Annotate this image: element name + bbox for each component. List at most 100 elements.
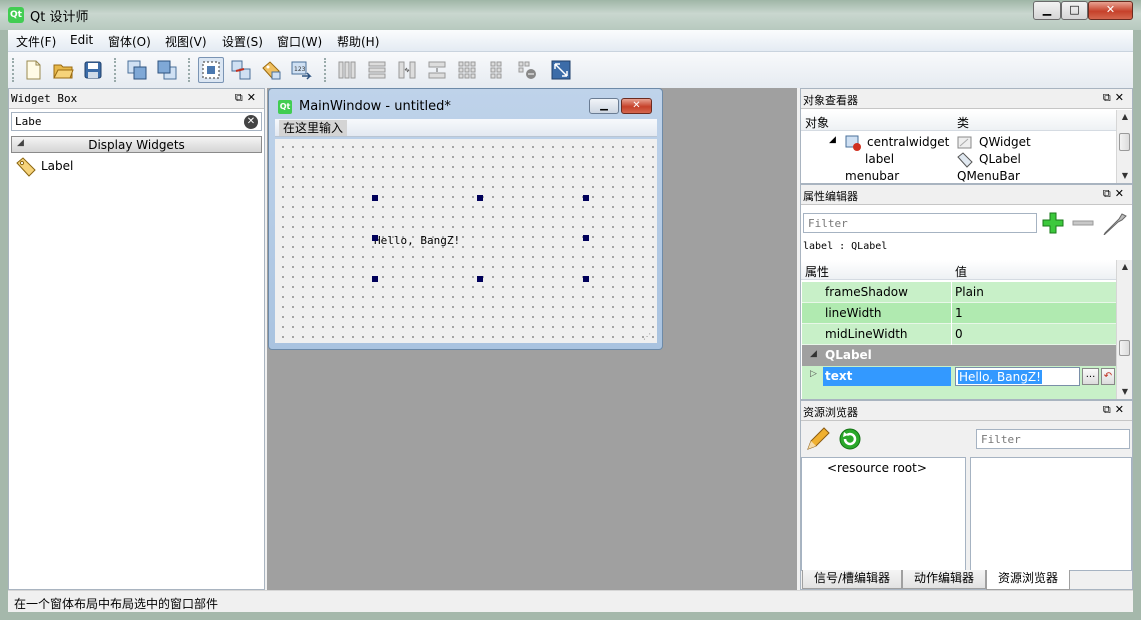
property-row[interactable]: midLineWidth 0 — [802, 324, 1116, 345]
resize-handle[interactable] — [477, 276, 483, 282]
layout-horizontal-icon[interactable] — [334, 57, 360, 83]
menu-file[interactable]: 文件(F) — [16, 33, 56, 50]
expand-arrow-icon[interactable]: ▷ — [810, 369, 817, 379]
scroll-down-icon[interactable]: ▼ — [1117, 169, 1133, 183]
layout-grid-icon[interactable] — [454, 57, 480, 83]
remove-property-icon[interactable] — [1071, 211, 1097, 235]
close-button[interactable]: ✕ — [1088, 1, 1133, 20]
float-icon[interactable]: ⧉ — [1103, 187, 1115, 200]
scroll-down-icon[interactable]: ▼ — [1117, 385, 1133, 399]
edit-tab-order-icon[interactable]: 123 — [288, 57, 314, 83]
resize-handle[interactable] — [583, 235, 589, 241]
layout-form-icon[interactable] — [484, 57, 510, 83]
send-to-back-icon[interactable] — [124, 57, 150, 83]
resource-file-list[interactable] — [970, 457, 1132, 571]
tree-row[interactable]: ◢ centralwidget QWidget — [801, 135, 1116, 152]
resource-filter-input[interactable]: Filter — [976, 429, 1130, 449]
form-menu-placeholder[interactable]: 在这里输入 — [279, 120, 348, 136]
float-icon[interactable]: ⧉ — [1103, 91, 1115, 104]
expand-arrow-icon[interactable]: ◢ — [829, 135, 836, 145]
resize-handle[interactable] — [583, 276, 589, 282]
scroll-thumb[interactable] — [1119, 133, 1130, 151]
category-display-widgets[interactable]: ◢ Display Widgets — [11, 136, 262, 153]
close-icon[interactable]: ✕ — [1115, 91, 1128, 104]
clear-search-icon[interactable]: ✕ — [244, 115, 258, 129]
widget-search-input[interactable]: Labe ✕ — [11, 112, 262, 131]
configure-wrench-icon[interactable] — [1101, 211, 1129, 235]
form-close-button[interactable]: ✕ — [621, 98, 652, 114]
resize-handle[interactable] — [583, 195, 589, 201]
menu-form[interactable]: 窗体(O) — [108, 33, 151, 50]
layout-vertical-icon[interactable] — [364, 57, 390, 83]
menu-edit[interactable]: Edit — [70, 33, 93, 47]
add-property-icon[interactable] — [1041, 211, 1067, 235]
property-value-editor[interactable]: Hello, BangZ! — [955, 367, 1080, 386]
close-icon[interactable]: ✕ — [1115, 187, 1128, 200]
object-inspector-scrollbar[interactable]: ▲ ▼ — [1116, 110, 1132, 183]
maximize-button[interactable]: □ — [1061, 1, 1088, 20]
toolbar-separator — [324, 58, 327, 82]
form-minimize-button[interactable]: ▁ — [589, 98, 619, 114]
tree-object-name: label — [865, 152, 895, 166]
form-window[interactable]: Qt MainWindow - untitled* ▁ ✕ 在这里输入 Hell… — [268, 88, 663, 350]
scroll-thumb[interactable] — [1119, 340, 1130, 356]
object-table-header: 对象 类 — [801, 111, 1116, 131]
toolbar-grip[interactable] — [12, 58, 15, 82]
menu-help[interactable]: 帮助(H) — [337, 33, 379, 50]
float-icon[interactable]: ⧉ — [1103, 403, 1115, 416]
central-widget-icon — [845, 135, 861, 151]
close-icon[interactable]: ✕ — [1115, 403, 1128, 416]
dock-controls: ⧉✕ — [1103, 403, 1128, 417]
resize-handle[interactable] — [372, 235, 378, 241]
scroll-up-icon[interactable]: ▲ — [1117, 110, 1133, 124]
menu-view[interactable]: 视图(V) — [165, 33, 207, 50]
resource-tree[interactable]: <resource root> — [801, 457, 966, 571]
resource-root-item[interactable]: <resource root> — [827, 461, 927, 475]
edit-text-button[interactable]: ... — [1082, 368, 1099, 385]
tab-resource-browser[interactable]: 资源浏览器 — [986, 570, 1070, 590]
save-icon[interactable] — [80, 57, 106, 83]
column-property[interactable]: 属性 — [805, 263, 829, 280]
layout-vertical-splitter-icon[interactable] — [424, 57, 450, 83]
resize-handle[interactable] — [372, 276, 378, 282]
tree-row[interactable]: menubar QMenuBar — [801, 169, 1116, 183]
edit-resources-pencil-icon[interactable] — [805, 426, 831, 452]
edit-widgets-icon[interactable] — [198, 57, 224, 83]
size-grip-icon[interactable]: ⋰ — [643, 332, 651, 341]
edit-signals-slots-icon[interactable] — [228, 57, 254, 83]
property-group-qlabel[interactable]: ◢ QLabel — [802, 345, 1116, 366]
property-row-selected[interactable]: ▷ text Hello, BangZ! ... ↶ — [802, 366, 1116, 387]
column-object[interactable]: 对象 — [805, 114, 829, 131]
tab-signal-slot-editor[interactable]: 信号/槽编辑器 — [802, 570, 902, 589]
property-row[interactable]: frameShadow Plain — [802, 282, 1116, 303]
edit-buddies-icon[interactable] — [258, 57, 284, 83]
collapse-arrow-icon[interactable]: ◢ — [810, 349, 817, 359]
property-filter-input[interactable]: Filter — [803, 213, 1037, 233]
property-row[interactable]: lineWidth 1 — [802, 303, 1116, 324]
new-file-icon[interactable] — [20, 57, 46, 83]
property-editor-scrollbar[interactable]: ▲ ▼ — [1116, 260, 1132, 399]
column-class[interactable]: 类 — [957, 114, 969, 131]
menu-window[interactable]: 窗口(W) — [277, 33, 322, 50]
label-widget[interactable]: Hello, BangZ! — [374, 234, 460, 247]
open-folder-icon[interactable] — [50, 57, 76, 83]
reload-icon[interactable] — [837, 426, 863, 452]
close-icon: ✕ — [632, 100, 641, 111]
bring-to-front-icon[interactable] — [154, 57, 180, 83]
float-icon[interactable]: ⧉ — [235, 91, 247, 104]
column-value[interactable]: 值 — [955, 263, 967, 280]
tree-row[interactable]: label QLabel — [801, 152, 1116, 169]
widget-item-label[interactable]: Label — [15, 157, 135, 177]
menu-settings[interactable]: 设置(S) — [222, 33, 263, 50]
resize-handle[interactable] — [477, 195, 483, 201]
scroll-up-icon[interactable]: ▲ — [1117, 260, 1133, 274]
close-icon[interactable]: ✕ — [247, 91, 260, 104]
reset-property-button[interactable]: ↶ — [1101, 368, 1115, 385]
form-canvas[interactable]: Hello, BangZ! ⋰ — [275, 139, 657, 343]
tab-action-editor[interactable]: 动作编辑器 — [902, 570, 986, 589]
resize-handle[interactable] — [372, 195, 378, 201]
adjust-size-icon[interactable] — [548, 57, 574, 83]
break-layout-icon[interactable] — [514, 57, 540, 83]
layout-horizontal-splitter-icon[interactable] — [394, 57, 420, 83]
minimize-button[interactable]: ▁ — [1033, 1, 1061, 20]
